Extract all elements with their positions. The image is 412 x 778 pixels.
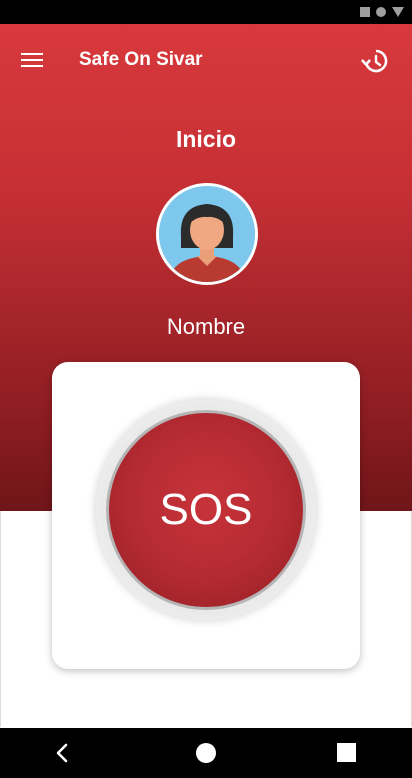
avatar <box>156 183 258 285</box>
user-name: Nombre <box>166 314 246 339</box>
sos-ring: SOS <box>96 400 316 620</box>
back-icon[interactable] <box>52 742 74 764</box>
navigation-bar <box>0 728 412 778</box>
page-title: Inicio <box>175 126 237 152</box>
avatar-icon <box>159 186 255 282</box>
status-bar <box>0 0 412 24</box>
recents-icon[interactable] <box>337 743 356 762</box>
signal-icon <box>392 7 404 17</box>
app-bar <box>0 24 412 98</box>
home-icon[interactable] <box>196 743 216 763</box>
divider <box>0 511 1 727</box>
menu-icon[interactable] <box>21 53 43 67</box>
sos-card: SOS <box>52 362 360 669</box>
sos-button[interactable]: SOS <box>106 410 306 610</box>
history-icon[interactable] <box>360 46 390 76</box>
circle-icon <box>376 7 386 17</box>
square-icon <box>360 7 370 17</box>
app-title: Safe On Sivar <box>79 49 203 70</box>
